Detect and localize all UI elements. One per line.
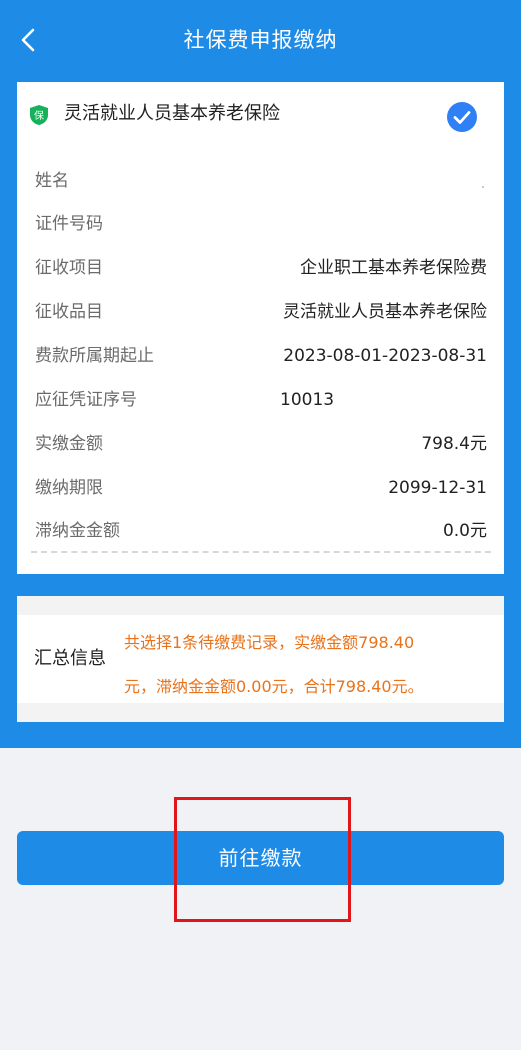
detail-label: 滞纳金金额: [35, 521, 120, 541]
detail-value: 2099-12-31: [388, 478, 487, 498]
go-pay-button[interactable]: 前往缴款: [17, 831, 504, 885]
detail-row-amount: 实缴金额 798.4元: [35, 429, 487, 459]
detail-label: 证件号码: [35, 214, 103, 234]
insurance-name: 灵活就业人员基本养老保险: [64, 103, 280, 124]
page-title: 社保费申报缴纳: [183, 28, 338, 52]
detail-value: 灵活就业人员基本养老保险: [283, 302, 487, 322]
detail-row-period: 费款所属期起止 2023-08-01-2023-08-31: [35, 341, 487, 371]
summary-line: 共选择1条待缴费记录，实缴金额798.40: [124, 633, 415, 652]
dashed-divider: [31, 551, 491, 553]
summary-text: 共选择1条待缴费记录，实缴金额798.40 元，滞纳金金额0.00元，合计798…: [124, 621, 464, 709]
summary-panel: 汇总信息 共选择1条待缴费记录，实缴金额798.40 元，滞纳金金额0.00元，…: [17, 596, 504, 722]
shield-icon: 保: [30, 105, 48, 125]
detail-value: 0.0元: [442, 521, 487, 541]
detail-value: 企业职工基本养老保险费: [300, 258, 487, 278]
detail-row-deadline: 缴纳期限 2099-12-31: [35, 473, 487, 503]
svg-text:保: 保: [34, 109, 44, 122]
detail-row-late-fee: 滞纳金金额 0.0元: [35, 516, 487, 546]
detail-value: 2023-08-01-2023-08-31: [283, 346, 487, 366]
detail-label: 姓名: [35, 171, 69, 191]
detail-row-id: 证件号码: [35, 209, 487, 239]
detail-label: 缴纳期限: [35, 478, 103, 498]
summary-box: 汇总信息 共选择1条待缴费记录，实缴金额798.40 元，滞纳金金额0.00元，…: [17, 615, 504, 703]
summary-label: 汇总信息: [34, 648, 106, 669]
detail-value: 798.4元: [421, 434, 487, 454]
detail-value: 10013: [280, 390, 335, 410]
detail-label: 费款所属期起止: [35, 346, 154, 366]
insurance-row[interactable]: 保 灵活就业人员基本养老保险: [17, 82, 504, 148]
detail-row-voucher: 应征凭证序号 10013: [35, 385, 487, 415]
detail-row-item: 征收项目 企业职工基本养老保险费: [35, 253, 487, 283]
detail-label: 应征凭证序号: [35, 390, 137, 410]
checked-circle-icon[interactable]: [446, 101, 478, 133]
record-card: 保 灵活就业人员基本养老保险 姓名 证件号码 征收项目 企业职工基本养老保险费 …: [17, 82, 504, 574]
detail-label: 征收品目: [35, 302, 103, 322]
detail-row-category: 征收品目 灵活就业人员基本养老保险: [35, 297, 487, 327]
summary-line: 元，滞纳金金额0.00元，合计798.40元。: [124, 677, 424, 696]
nav-bar: 社保费申报缴纳: [0, 0, 521, 80]
detail-label: 征收项目: [35, 258, 103, 278]
detail-row-name: 姓名: [35, 166, 487, 196]
detail-label: 实缴金额: [35, 434, 103, 454]
